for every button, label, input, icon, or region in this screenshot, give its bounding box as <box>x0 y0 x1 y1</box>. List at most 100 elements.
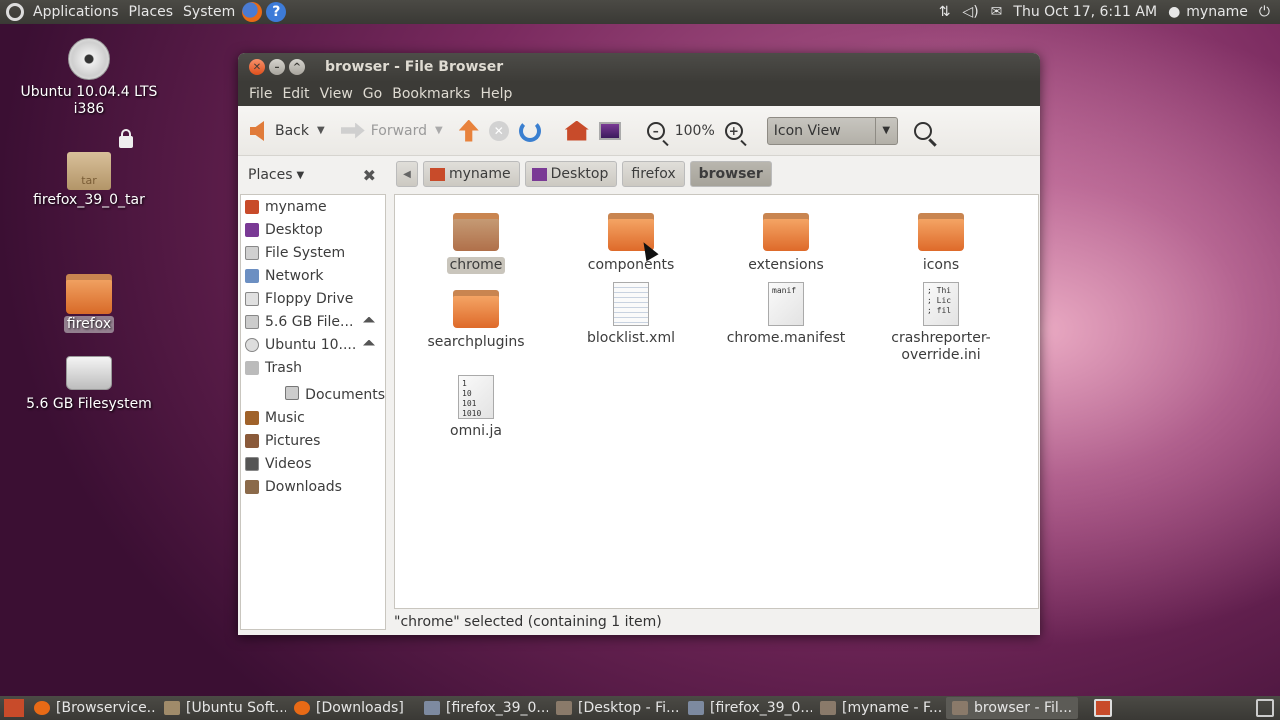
file-item-chrome-manifest[interactable]: manif chrome.manifest <box>711 282 861 347</box>
menu-help[interactable]: Help <box>475 86 517 102</box>
desktop-icon-label: Ubuntu 10.04.4 LTS i386 <box>20 84 158 117</box>
search-icon[interactable] <box>913 121 932 140</box>
sidebar-item-ubuntu-cd[interactable]: Ubuntu 10.... <box>241 333 385 356</box>
zoom-in-button[interactable]: + <box>724 121 743 140</box>
forward-arrow-icon <box>340 122 365 139</box>
archive-manager-icon <box>688 701 704 715</box>
trash-icon[interactable] <box>1256 699 1274 717</box>
view-mode-select[interactable]: Icon View ▼ <box>766 116 898 145</box>
file-item-crashreporter[interactable]: ; Thi ; Lic ; fil crashreporter-override… <box>866 282 1016 364</box>
computer-button[interactable] <box>598 121 621 140</box>
home-icon <box>564 120 589 141</box>
workspace-switcher-icon[interactable] <box>1094 699 1112 717</box>
file-item-blocklist[interactable]: blocklist.xml <box>556 282 706 347</box>
file-label: icons <box>922 257 960 273</box>
user-menu[interactable]: myname <box>1186 0 1253 24</box>
file-item-icons[interactable]: icons <box>866 213 1016 274</box>
ubuntu-logo-icon[interactable] <box>6 3 24 21</box>
stop-button[interactable]: ✕ <box>488 120 509 141</box>
power-icon[interactable]: ⏻ <box>1259 4 1270 20</box>
folder-icon <box>453 213 499 251</box>
taskbar-item-myname-browser[interactable]: [myname - F... <box>814 697 944 719</box>
applications-menu[interactable]: Applications <box>28 0 124 24</box>
close-sidebar-icon[interactable]: ✖ <box>363 166 376 185</box>
up-button[interactable] <box>458 119 479 142</box>
mail-icon[interactable]: ✉ <box>991 4 1003 20</box>
places-menu[interactable]: Places <box>124 0 179 24</box>
sidebar-item-filesystem-drive[interactable]: 5.6 GB File... <box>241 310 385 333</box>
home-button[interactable] <box>564 120 589 141</box>
help-icon[interactable]: ? <box>266 2 287 22</box>
file-item-searchplugins[interactable]: searchplugins <box>401 290 551 351</box>
home-folder-icon <box>245 199 259 214</box>
sidebar-item-floppy[interactable]: Floppy Drive <box>241 287 385 310</box>
eject-icon[interactable] <box>363 316 375 323</box>
pictures-icon <box>245 433 259 448</box>
close-button[interactable]: ✕ <box>249 59 265 75</box>
network-icon[interactable]: ⇅ <box>939 4 951 20</box>
desktop-icon-label: firefox_39_0_tar <box>33 192 145 208</box>
sidebar-item-pictures[interactable]: Pictures <box>241 429 385 452</box>
firefox-icon <box>34 701 50 715</box>
minimize-button[interactable]: – <box>269 59 285 75</box>
menu-bookmarks[interactable]: Bookmarks <box>387 86 475 102</box>
sidebar-item-myname[interactable]: myname <box>241 195 385 218</box>
top-panel: Applications Places System ? ⇅ ◁) ✉ Thu … <box>0 0 1280 24</box>
desktop-icon-cd[interactable]: Ubuntu 10.04.4 LTS i386 <box>14 38 164 118</box>
file-view[interactable]: chrome components extensions icons searc… <box>394 194 1039 609</box>
forward-history-dropdown[interactable]: ▼ <box>435 125 443 136</box>
file-item-components[interactable]: components <box>556 213 706 274</box>
taskbar-item-browser-active[interactable]: browser - Fil... <box>946 697 1078 719</box>
sidebar-item-network[interactable]: Network <box>241 264 385 287</box>
file-item-chrome[interactable]: chrome <box>401 213 551 274</box>
taskbar-item-browservice[interactable]: [Browservice... <box>28 697 156 719</box>
file-item-extensions[interactable]: extensions <box>711 213 861 274</box>
taskbar-item-firefox-archive-1[interactable]: [firefox_39_0... <box>418 697 548 719</box>
sidebar-item-trash[interactable]: Trash <box>241 356 385 379</box>
sidebar-item-documents[interactable]: Documents <box>241 383 385 406</box>
taskbar-item-downloads[interactable]: [Downloads] <box>288 697 416 719</box>
back-history-dropdown[interactable]: ▼ <box>317 125 325 136</box>
titlebar[interactable]: ✕ – ^ browser - File Browser <box>238 53 1040 81</box>
volume-icon[interactable]: ◁) <box>962 4 978 20</box>
folder-icon <box>918 213 964 251</box>
path-crumb-myname[interactable]: myname <box>423 161 520 187</box>
menu-view[interactable]: View <box>315 86 358 102</box>
taskbar-item-firefox-archive-2[interactable]: [firefox_39_0... <box>682 697 812 719</box>
floppy-icon <box>245 291 259 306</box>
path-scroll-left-button[interactable]: ◀ <box>396 161 418 187</box>
sidebar-item-desktop[interactable]: Desktop <box>241 218 385 241</box>
eject-icon[interactable] <box>363 339 375 346</box>
computer-icon <box>598 121 621 140</box>
reload-button[interactable] <box>518 119 541 142</box>
chevron-down-icon[interactable]: ▼ <box>297 170 305 181</box>
forward-button[interactable]: Forward ▼ <box>340 122 449 139</box>
system-menu[interactable]: System <box>178 0 240 24</box>
menu-edit[interactable]: Edit <box>277 86 314 102</box>
clock[interactable]: Thu Oct 17, 6:11 AM <box>1008 0 1162 24</box>
zoom-level[interactable]: 100% <box>675 123 715 139</box>
sidebar-item-music[interactable]: Music <box>241 406 385 429</box>
sidebar-item-file-system[interactable]: File System <box>241 241 385 264</box>
desktop-icon-tar[interactable]: tar firefox_39_0_tar <box>14 129 164 209</box>
file-item-omni[interactable]: 1 10 101 1010 omni.ja <box>401 375 551 440</box>
show-desktop-icon[interactable] <box>4 699 24 717</box>
file-browser-icon <box>820 701 836 715</box>
sidebar-item-videos[interactable]: Videos <box>241 452 385 475</box>
path-crumb-browser[interactable]: browser <box>689 161 772 187</box>
taskbar-item-desktop-browser[interactable]: [Desktop - Fi... <box>550 697 680 719</box>
firefox-launcher-icon[interactable] <box>242 2 263 22</box>
taskbar-item-ubuntu-software[interactable]: [Ubuntu Soft... <box>158 697 286 719</box>
zoom-out-button[interactable]: – <box>646 121 665 140</box>
sidebar-item-downloads[interactable]: Downloads <box>241 475 385 498</box>
path-crumb-firefox[interactable]: firefox <box>622 161 685 187</box>
desktop-icon-firefox-folder[interactable]: firefox <box>14 274 164 333</box>
places-dropdown[interactable]: Places <box>248 167 293 183</box>
menu-go[interactable]: Go <box>358 86 387 102</box>
menu-file[interactable]: File <box>244 86 277 102</box>
maximize-button[interactable]: ^ <box>289 59 305 75</box>
trash-icon <box>245 360 259 375</box>
back-button[interactable]: Back ▼ <box>250 120 331 141</box>
path-crumb-desktop[interactable]: Desktop <box>524 161 618 187</box>
desktop-icon-filesystem[interactable]: 5.6 GB Filesystem <box>14 356 164 413</box>
